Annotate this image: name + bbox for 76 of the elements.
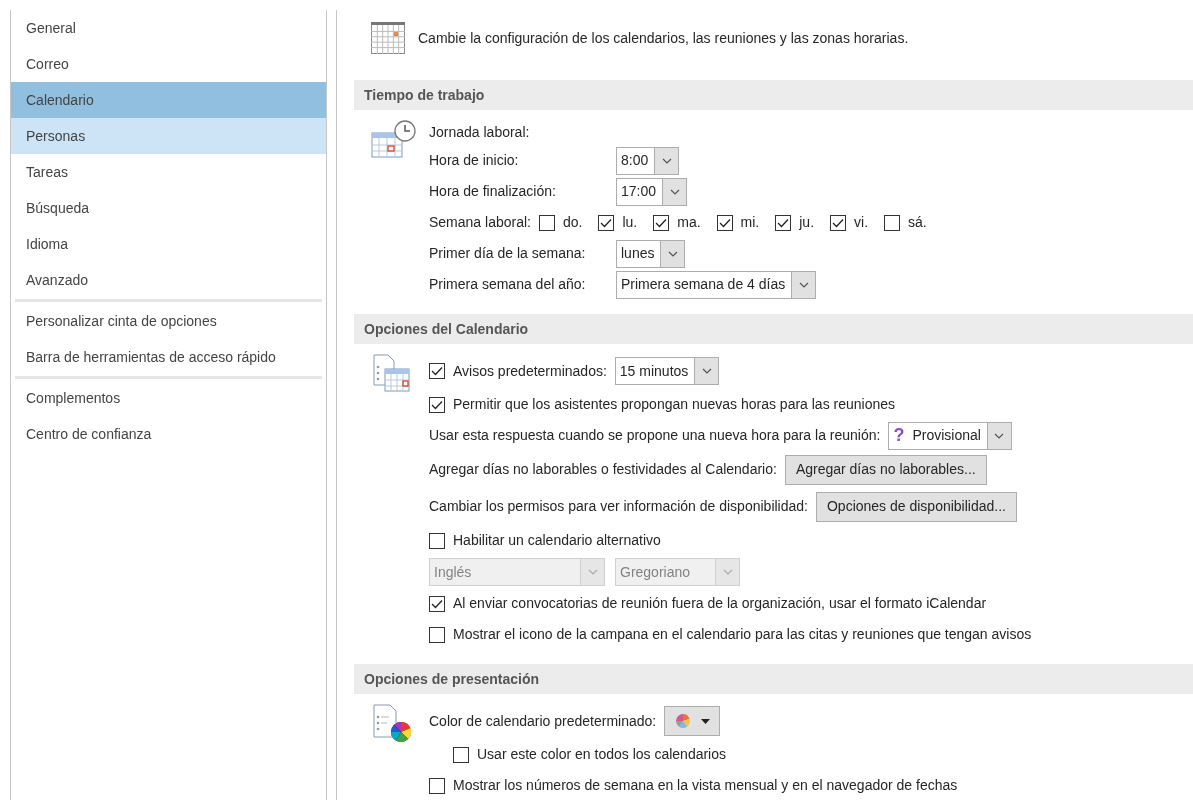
checkbox-label: do.: [562, 213, 583, 232]
checkbox-label: Mostrar los números de semana en la vista mensual y en el navegador de fechas: [453, 776, 958, 795]
field-label: Hora de finalización:: [429, 182, 557, 201]
checkbox[interactable]: [598, 214, 615, 231]
caret-icon: [700, 718, 710, 724]
field-label: Hora de inicio:: [429, 151, 520, 170]
dropdown[interactable]: 15 minutos: [614, 357, 720, 385]
section-header: Opciones de presentación: [354, 664, 1193, 694]
checkbox-label: Habilitar un calendario alternativo: [453, 531, 661, 550]
calendar-icon: [371, 22, 405, 54]
action-button[interactable]: Opciones de disponibilidad...: [815, 491, 1017, 522]
dropdown[interactable]: lunes: [616, 239, 686, 268]
sidebar-item[interactable]: Barra de herramientas de acceso rápido: [11, 339, 326, 375]
checkbox[interactable]: [884, 214, 901, 231]
chevron-icon: [667, 250, 678, 257]
field-label: Color de calendario predeterminado:: [429, 711, 657, 731]
chevron-icon: [722, 569, 733, 575]
field-label: Usar esta respuesta cuando se propone una nueva hora para la reunión:: [429, 426, 881, 445]
chevron-icon: [701, 368, 712, 374]
action-button[interactable]: Agregar días no laborables...: [784, 454, 987, 485]
chevron-icon: [994, 432, 1005, 439]
checkbox-label: mi.: [740, 213, 760, 232]
color-picker-button[interactable]: [664, 706, 721, 736]
checkbox[interactable]: [453, 746, 469, 763]
checkbox[interactable]: [716, 214, 733, 231]
checkbox[interactable]: [429, 626, 445, 643]
checkbox-label: Permitir que los asistentes propongan nuevas horas para las reuniones: [453, 395, 896, 414]
sidebar-item[interactable]: Complementos: [11, 380, 326, 416]
checkbox-label: Avisos predeterminados:: [453, 361, 607, 381]
sidebar-item[interactable]: Búsqueda: [11, 190, 326, 226]
checkbox[interactable]: [429, 532, 445, 549]
sidebar-item[interactable]: Centro de confianza: [11, 416, 326, 452]
chevron-icon: [798, 281, 809, 288]
section-header: Tiempo de trabajo: [354, 80, 1193, 110]
dropdown[interactable]: ? Provisional: [888, 421, 1012, 450]
question-mark-icon: ?: [893, 422, 905, 449]
chevron-icon: [661, 157, 672, 164]
field-label: Jornada laboral:: [429, 122, 530, 142]
sidebar-item[interactable]: Correo: [11, 46, 326, 82]
dropdown[interactable]: 8:00: [616, 146, 680, 175]
field-label: Agregar días no laborables o festividades al Calendario:: [429, 460, 777, 479]
sidebar-item[interactable]: Calendario: [11, 82, 326, 118]
calendar-clock-icon: [371, 119, 417, 159]
checkbox-label: Mostrar el icono de la campana en el calendario para las citas y reuniones que tengan avisos: [453, 625, 1032, 644]
checkbox[interactable]: [775, 214, 792, 231]
checkbox-label: ju.: [799, 213, 815, 232]
page-description: Cambie la configuración de los calendarios, las reuniones y las zonas horarias.: [418, 28, 909, 48]
field-label: Primer día de la semana:: [429, 244, 587, 263]
field-label: Cambiar los permisos para ver información de disponibilidad:: [429, 497, 808, 516]
checkbox-label: vi.: [854, 213, 869, 232]
field-label: Primera semana del año:: [429, 275, 587, 294]
sidebar-item[interactable]: Avanzado: [11, 262, 326, 298]
checkbox[interactable]: [429, 396, 445, 413]
palette-icon: [674, 713, 691, 729]
checkbox[interactable]: [830, 214, 847, 231]
dropdown[interactable]: 17:00: [616, 177, 688, 206]
sidebar-item[interactable]: Personas: [11, 118, 326, 154]
checkbox-label: ma.: [677, 213, 701, 232]
checkbox[interactable]: [538, 214, 555, 231]
sidebar-item[interactable]: Idioma: [11, 226, 326, 262]
checkbox[interactable]: [429, 777, 445, 794]
sidebar-item[interactable]: Personalizar cinta de opciones: [11, 303, 326, 339]
sidebar-item[interactable]: General: [11, 10, 326, 46]
checkbox[interactable]: [429, 595, 445, 612]
checkbox-label: lu.: [622, 213, 638, 232]
checkbox-label: Usar este color en todos los calendarios: [477, 745, 727, 764]
sidebar-item[interactable]: Tareas: [11, 154, 326, 190]
chevron-icon: [587, 569, 598, 575]
section-header: Opciones del Calendario: [354, 314, 1193, 344]
field-label: Semana laboral:: [429, 213, 531, 232]
checkbox-label: Al enviar convocatorias de reunión fuera de la organización, usar el formato iCalendar: [453, 594, 987, 613]
checkbox-label: sá.: [908, 213, 927, 232]
checkbox[interactable]: [653, 214, 670, 231]
chevron-icon: [669, 188, 680, 195]
dropdown[interactable]: Primera semana de 4 días: [616, 270, 817, 299]
checkbox[interactable]: [429, 363, 445, 379]
